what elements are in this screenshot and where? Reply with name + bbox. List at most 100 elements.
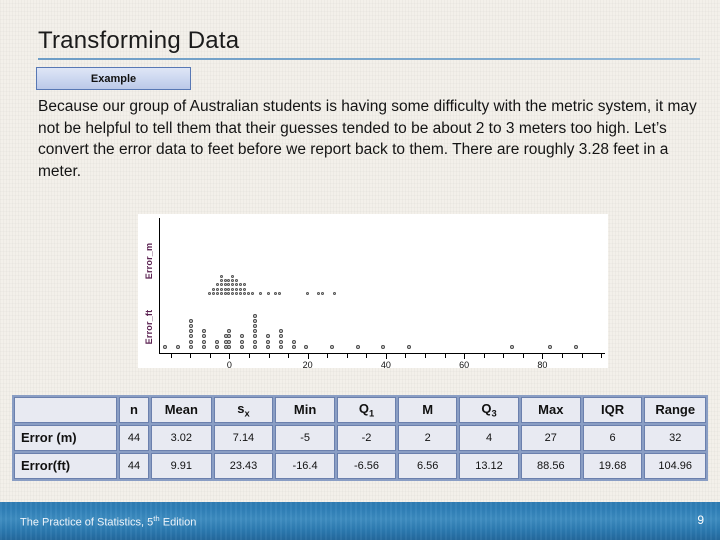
dotplot-point bbox=[278, 329, 283, 334]
dotplot-point bbox=[330, 344, 335, 349]
dotplot-point bbox=[253, 318, 258, 323]
dotplot-point bbox=[223, 287, 227, 291]
dotplot-point bbox=[258, 291, 262, 295]
dotplot-point bbox=[231, 279, 235, 283]
dotplot-point bbox=[239, 287, 243, 291]
dotplot-point bbox=[231, 291, 235, 295]
cell-error-ft-mean: 9.91 bbox=[151, 452, 212, 479]
dotplot-point bbox=[278, 344, 283, 349]
cell-error-m-mean: 3.02 bbox=[151, 424, 212, 451]
dotplot-point bbox=[188, 334, 193, 339]
table-header-q3: Q3 bbox=[459, 397, 519, 423]
dotplot-point bbox=[227, 344, 232, 349]
y-axis-label-error-m: Error_m bbox=[144, 242, 154, 280]
dotplot-point bbox=[265, 334, 270, 339]
dotplot-point bbox=[253, 344, 258, 349]
dotplot-point bbox=[188, 344, 193, 349]
dotplot-point bbox=[235, 283, 239, 287]
x-axis-major-tick bbox=[307, 354, 309, 359]
dotplot-point bbox=[215, 283, 219, 287]
dotplot-point bbox=[321, 291, 325, 295]
table-row-label-error-ft: Error(ft) bbox=[14, 452, 117, 479]
dotplot-point bbox=[211, 291, 215, 295]
x-axis-tick-label: 60 bbox=[459, 360, 470, 370]
dotplot-point bbox=[265, 344, 270, 349]
table-header-mean: Mean bbox=[151, 397, 212, 423]
x-axis-tick-label: 0 bbox=[226, 360, 232, 370]
dotplot-point bbox=[239, 283, 243, 287]
dotplot-point bbox=[227, 334, 232, 339]
table-row: Error(ft) 44 9.91 23.43 -16.4 -6.56 6.56… bbox=[14, 452, 706, 479]
dotplot-point bbox=[188, 329, 193, 334]
dotplot-point bbox=[227, 329, 232, 334]
dotplot-point bbox=[219, 283, 223, 287]
dotplot-point bbox=[231, 283, 235, 287]
dotplot-point bbox=[266, 291, 270, 295]
dotplot-point bbox=[291, 344, 296, 349]
table-header-iqr: IQR bbox=[582, 397, 643, 423]
dotplot-point bbox=[304, 344, 309, 349]
dotplot-point bbox=[381, 344, 386, 349]
dotplot-point bbox=[235, 291, 239, 295]
dotplot-point bbox=[243, 283, 247, 287]
dotplot-point bbox=[274, 291, 278, 295]
x-axis-tick-label: 80 bbox=[537, 360, 548, 370]
dotplot-point bbox=[231, 287, 235, 291]
dotplot-point bbox=[214, 344, 219, 349]
table-header-q1: Q1 bbox=[336, 397, 397, 423]
dotplot-point bbox=[188, 324, 193, 328]
footer-bar: The Practice of Statistics, 5th Edition … bbox=[0, 502, 720, 540]
cell-error-m-range: 32 bbox=[644, 424, 706, 451]
body-paragraph: Because our group of Australian students… bbox=[38, 98, 697, 180]
sx-subscript: x bbox=[244, 408, 250, 419]
x-axis-minor-tick bbox=[366, 354, 368, 358]
dotplot-point bbox=[215, 287, 219, 291]
dotplot-point bbox=[253, 329, 258, 334]
dotplot-point bbox=[201, 339, 206, 344]
slide: Transforming Data Example Because our gr… bbox=[0, 0, 720, 540]
cell-error-m-max: 27 bbox=[520, 424, 581, 451]
footer-attribution-main: The Practice of Statistics, 5 bbox=[20, 516, 154, 529]
x-axis-major-tick bbox=[385, 354, 387, 359]
dotplot-point bbox=[278, 339, 283, 344]
x-axis-minor-tick bbox=[444, 354, 446, 358]
dotplot-chart: Error_m Error_ft 0 20 40 60 80 bbox=[138, 214, 608, 370]
x-axis-minor-tick bbox=[425, 354, 427, 358]
dotplot-point bbox=[240, 344, 245, 349]
dotplot-point bbox=[227, 339, 232, 344]
table-header-max: Max bbox=[520, 397, 581, 423]
table-row-label-error-m: Error (m) bbox=[14, 424, 117, 451]
cell-error-ft-n: 44 bbox=[118, 452, 150, 479]
dotplot-point bbox=[219, 279, 223, 283]
q3-base: Q bbox=[481, 401, 492, 416]
dotplot-point bbox=[201, 344, 206, 349]
table-header-sx: sx bbox=[213, 397, 274, 423]
dotplot-point bbox=[235, 287, 239, 291]
x-axis-major-tick bbox=[542, 354, 544, 359]
dotplot-point bbox=[243, 287, 247, 291]
dotplot-point bbox=[223, 279, 227, 283]
example-badge: Example bbox=[36, 67, 191, 90]
x-axis-minor-tick bbox=[268, 354, 270, 358]
x-axis-minor-tick bbox=[346, 354, 348, 358]
cell-error-ft-min: -16.4 bbox=[275, 452, 335, 479]
table-header-n: n bbox=[118, 397, 150, 423]
dotplot-point bbox=[278, 334, 283, 339]
page-title: Transforming Data bbox=[38, 27, 240, 54]
dotplot-point bbox=[227, 279, 231, 283]
cell-error-m-n: 44 bbox=[118, 424, 150, 451]
dotplot-point bbox=[243, 291, 247, 295]
chart-plot-area: 0 20 40 60 80 bbox=[159, 214, 605, 370]
dotplot-point bbox=[253, 334, 258, 339]
chart-y-axis-labels: Error_m Error_ft bbox=[138, 214, 160, 368]
dotplot-point bbox=[548, 344, 553, 349]
footer-attribution: The Practice of Statistics, 5th Edition bbox=[20, 514, 196, 529]
dotplot-point bbox=[305, 291, 309, 295]
dotplot-point bbox=[211, 287, 215, 291]
title-underline-rule bbox=[38, 58, 700, 60]
table-header-row: n Mean sx Min Q1 M Q3 Max IQR Range bbox=[14, 397, 706, 423]
x-axis-minor-tick bbox=[483, 354, 485, 358]
dotplot-point bbox=[317, 291, 321, 295]
cell-error-ft-range: 104.96 bbox=[644, 452, 706, 479]
dotplot-point bbox=[207, 291, 211, 295]
